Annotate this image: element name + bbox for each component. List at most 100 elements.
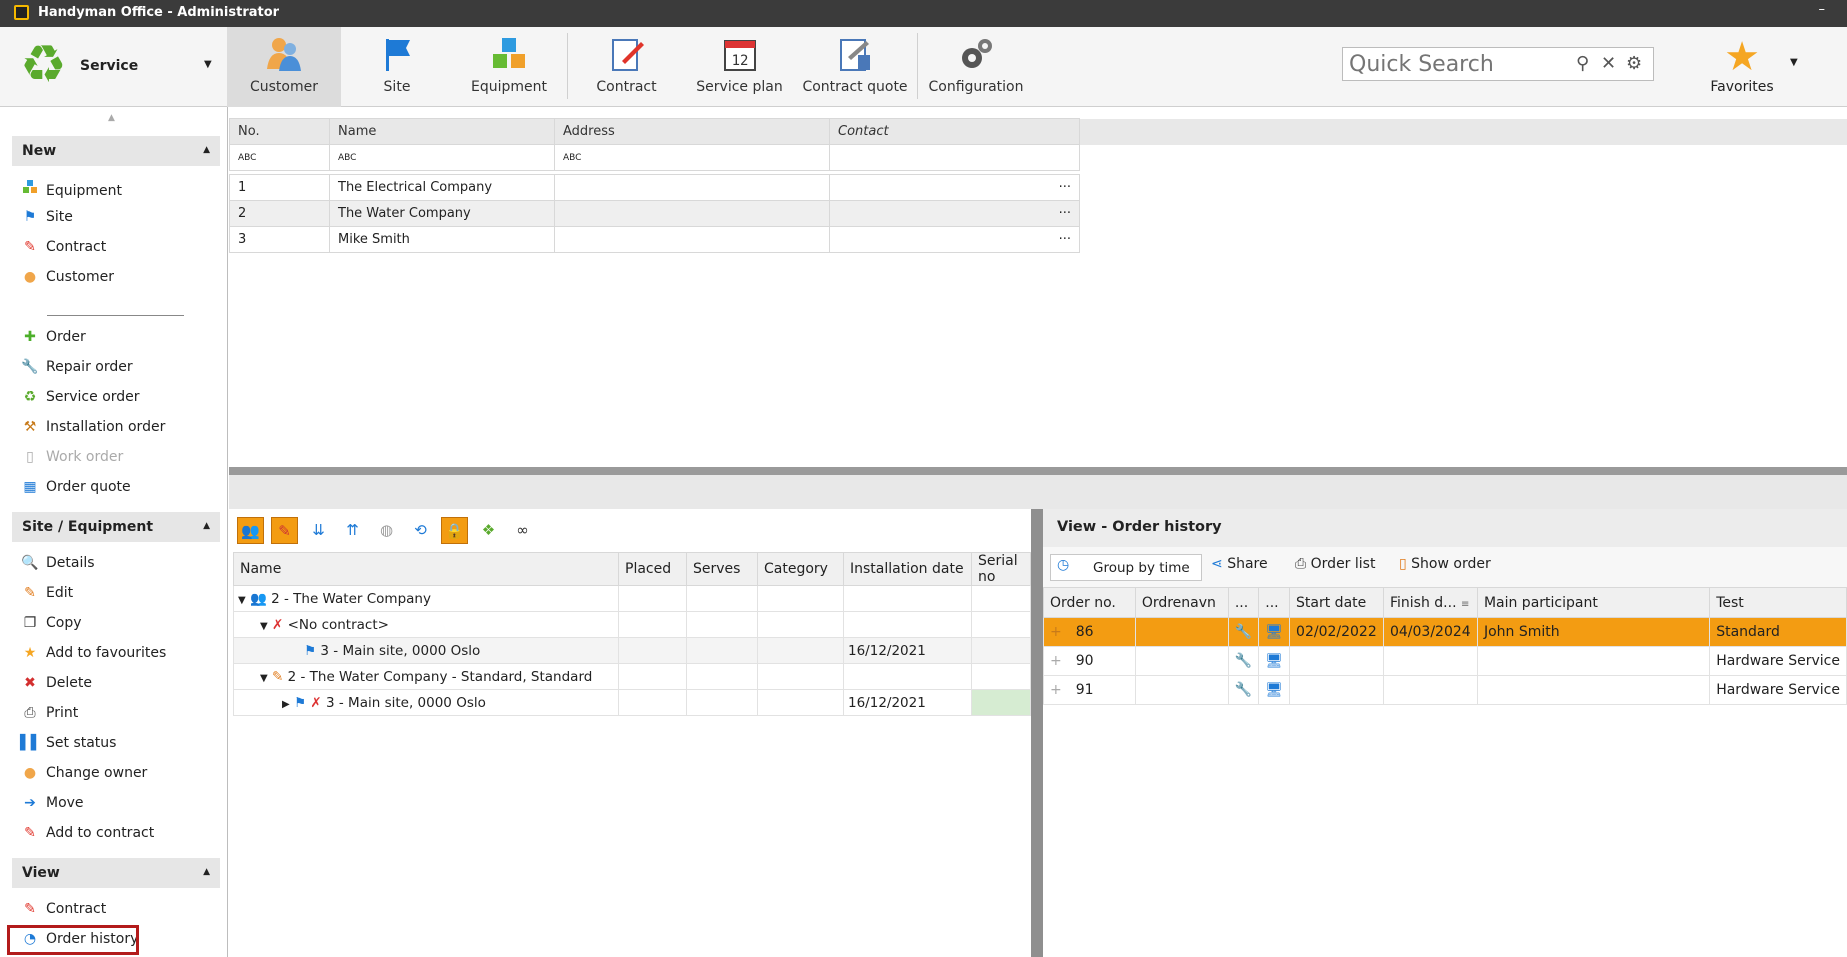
tree-row[interactable]: ⚑ 3 - Main site, 0000 Oslo 16/12/2021 <box>233 637 1031 664</box>
sidebar-item-add-to-favourites[interactable]: ★ Add to favourites <box>20 645 220 669</box>
column-header[interactable]: Finish d... ≡ <box>1382 587 1478 618</box>
show-order-button[interactable]: ▯ Show order <box>1399 556 1491 572</box>
sidebar-item-edit[interactable]: ✎ Edit <box>20 585 220 609</box>
expand-arrow[interactable]: ▼ <box>260 621 268 632</box>
sidebar-item-new-customer[interactable]: ● Customer <box>20 269 220 293</box>
favorites-button[interactable]: ★ Favorites <box>1700 27 1784 107</box>
filter-cell[interactable]: ABC <box>554 144 830 171</box>
column-header[interactable]: Address <box>554 118 830 145</box>
minimize-button[interactable]: – <box>1819 2 1826 17</box>
table-row[interactable]: 2 The Water Company ··· <box>229 200 1847 227</box>
column-header[interactable]: Serial no <box>971 552 1031 586</box>
tab-contract-quote[interactable]: Contract quote <box>796 27 914 107</box>
search-input[interactable] <box>1349 52 1569 76</box>
binoculars-icon[interactable]: ∞ <box>509 517 536 544</box>
lock-icon[interactable]: 🔒 <box>441 517 468 544</box>
sidebar-item-work-order[interactable]: ▯ Work order <box>20 449 220 473</box>
tree-row[interactable]: ▼ ✗ <No contract> <box>233 611 1031 638</box>
column-header[interactable]: ... <box>1258 587 1291 618</box>
column-header[interactable]: ... <box>1227 587 1260 618</box>
chevron-down-icon[interactable]: ▼ <box>1790 57 1798 68</box>
sidebar-item-delete[interactable]: ✖ Delete <box>20 675 220 699</box>
column-header[interactable]: Ordrenavn <box>1134 587 1229 618</box>
column-header[interactable]: Name <box>233 552 619 586</box>
tab-equipment[interactable]: Equipment <box>453 27 565 107</box>
order-row[interactable]: +90 🔧 🖥 Hardware Service <box>1043 646 1847 676</box>
expand-icon[interactable]: + <box>1050 624 1062 640</box>
tree-row[interactable]: ▼ ✎ 2 - The Water Company - Standard, St… <box>233 663 1031 690</box>
collapse-icon[interactable]: ▲ <box>203 521 210 531</box>
column-header[interactable]: Name <box>329 118 555 145</box>
sidebar-item-view-contract[interactable]: ✎ Contract <box>20 901 220 925</box>
column-header[interactable]: No. <box>229 118 330 145</box>
scroll-up-icon[interactable]: ▲ <box>108 113 115 123</box>
quick-search[interactable]: ⚲ ✕ ⚙ <box>1342 47 1654 81</box>
tab-service-plan[interactable]: 12 Service plan <box>683 27 796 107</box>
sidebar-item-service-order[interactable]: ♻ Service order <box>20 389 220 413</box>
column-header[interactable]: Main participant <box>1476 587 1711 618</box>
sidebar-header-new[interactable]: New ▲ <box>12 136 220 166</box>
table-row[interactable]: 3 Mike Smith ··· <box>229 226 1847 253</box>
collapse-icon[interactable]: ▲ <box>203 145 210 155</box>
horizontal-splitter[interactable] <box>229 467 1847 475</box>
order-list-button[interactable]: ⎙ Order list <box>1295 556 1375 572</box>
column-header[interactable]: Placed <box>618 552 687 586</box>
order-row[interactable]: +91 🔧 🖥 Hardware Service <box>1043 675 1847 705</box>
module-selector[interactable]: ♻ Service ▼ <box>8 31 228 103</box>
column-header[interactable]: Category <box>757 552 844 586</box>
column-header[interactable]: Test <box>1709 587 1847 618</box>
sidebar-item-new-equipment[interactable]: Equipment <box>20 179 220 203</box>
sidebar-item-installation-order[interactable]: ⚒ Installation order <box>20 419 220 443</box>
expand-arrow[interactable]: ▼ <box>260 673 268 684</box>
sidebar-header-view[interactable]: View ▲ <box>12 858 220 888</box>
sidebar-item-repair-order[interactable]: 🔧 Repair order <box>20 359 220 383</box>
settings-icon[interactable]: ⚙ <box>1626 53 1642 74</box>
globe-icon[interactable]: ◍ <box>373 517 400 544</box>
more-button[interactable]: ··· <box>1059 180 1071 195</box>
vertical-splitter[interactable] <box>1031 509 1043 957</box>
contract-toggle-icon[interactable]: ✎ <box>271 517 298 544</box>
equipment-icon[interactable]: ❖ <box>475 517 502 544</box>
refresh-icon[interactable]: ⟲ <box>407 517 434 544</box>
tab-site[interactable]: Site <box>341 27 453 107</box>
tree-row[interactable]: ▶ ⚑ ✗ 3 - Main site, 0000 Oslo 16/12/202… <box>233 689 1031 716</box>
search-icon[interactable]: ⚲ <box>1576 53 1589 74</box>
filter-cell[interactable] <box>829 144 1080 171</box>
sidebar-item-change-owner[interactable]: ● Change owner <box>20 765 220 789</box>
sidebar-item-new-order[interactable]: ✚ Order <box>20 329 220 353</box>
tab-contract[interactable]: Contract <box>570 27 683 107</box>
sidebar-item-new-site[interactable]: ⚑ Site <box>20 209 220 233</box>
more-button[interactable]: ··· <box>1059 232 1071 247</box>
group-by-time-button[interactable]: ◷ Group by time <box>1050 554 1202 581</box>
tab-configuration[interactable]: Configuration <box>920 27 1032 107</box>
sidebar-item-add-to-contract[interactable]: ✎ Add to contract <box>20 825 220 849</box>
sidebar-item-new-contract[interactable]: ✎ Contract <box>20 239 220 263</box>
table-row[interactable]: 1 The Electrical Company ··· <box>229 174 1847 201</box>
expand-icon[interactable]: + <box>1050 653 1062 669</box>
tab-customer[interactable]: Customer <box>227 27 341 107</box>
sidebar-item-print[interactable]: ⎙ Print <box>20 705 220 729</box>
sidebar-header-site-equipment[interactable]: Site / Equipment ▲ <box>12 512 220 542</box>
customer-toggle-icon[interactable]: 👥 <box>237 517 264 544</box>
expand-all-icon[interactable]: ⇊ <box>305 517 332 544</box>
column-header[interactable]: Order no. <box>1043 587 1136 618</box>
sidebar-item-move[interactable]: ➔ Move <box>20 795 220 819</box>
expand-arrow[interactable]: ▼ <box>238 595 246 606</box>
sidebar-item-order-quote[interactable]: ▦ Order quote <box>20 479 220 503</box>
column-header[interactable]: Installation date <box>843 552 972 586</box>
share-button[interactable]: ⋖ Share <box>1211 556 1268 572</box>
sidebar-item-details[interactable]: 🔍 Details <box>20 555 220 579</box>
clear-icon[interactable]: ✕ <box>1601 53 1616 74</box>
sidebar-item-set-status[interactable]: ▌▌ Set status <box>20 735 220 759</box>
more-button[interactable]: ··· <box>1059 206 1071 221</box>
expand-arrow[interactable]: ▶ <box>282 699 290 710</box>
expand-icon[interactable]: + <box>1050 682 1062 698</box>
filter-cell[interactable]: ABC <box>229 144 330 171</box>
order-row[interactable]: +86 🔧 🖥 02/02/2022 04/03/2024 John Smith… <box>1043 617 1847 647</box>
column-header[interactable]: Serves <box>686 552 758 586</box>
column-header[interactable]: Start date <box>1289 587 1384 618</box>
collapse-icon[interactable]: ▲ <box>203 867 210 877</box>
sidebar-item-copy[interactable]: ❐ Copy <box>20 615 220 639</box>
filter-cell[interactable]: ABC <box>329 144 555 171</box>
column-header[interactable]: Contact <box>829 118 1080 145</box>
